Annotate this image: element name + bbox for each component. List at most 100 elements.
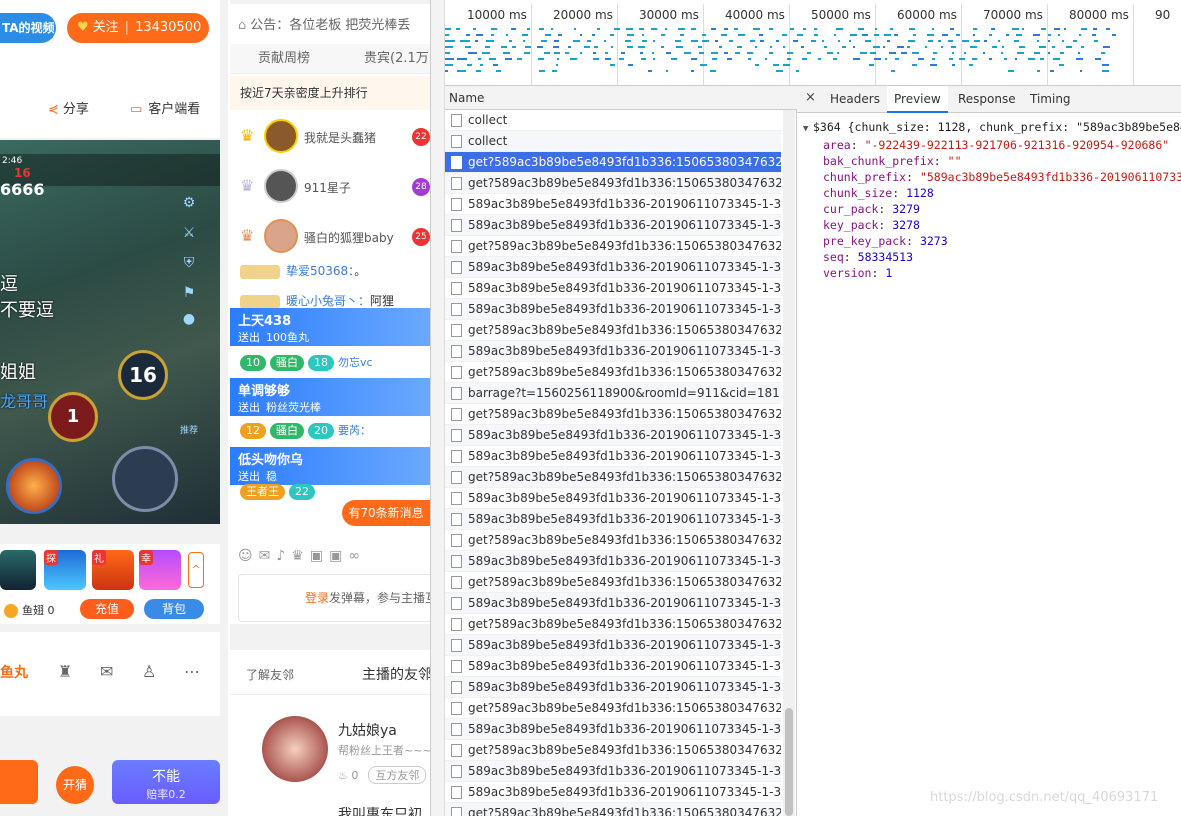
gift-banner-user[interactable]: 上天438 (238, 308, 430, 329)
chat-user[interactable]: 挚爱50368： (286, 264, 354, 278)
friend-tag[interactable]: 互方友邻 (368, 766, 427, 784)
user-icon[interactable]: ♙ (142, 662, 156, 681)
request-row[interactable]: 589ac3b89be5e8493fd1b336-20190611073345-… (445, 257, 781, 278)
preview-field[interactable]: area: "-922439-922113-921706-921316-9209… (803, 137, 1181, 153)
request-row[interactable]: 589ac3b89be5e8493fd1b336-20190611073345-… (445, 488, 781, 509)
request-row[interactable]: 589ac3b89be5e8493fd1b336-20190611073345-… (445, 425, 781, 446)
crown-icon[interactable]: ♛ (291, 548, 304, 564)
gift-item-gift[interactable]: 礼 (92, 550, 134, 590)
request-row[interactable]: 589ac3b89be5e8493fd1b336-20190611073345-… (445, 635, 781, 656)
preview-field[interactable]: seq: 58334513 (803, 249, 1181, 265)
tab-headers[interactable]: Headers (830, 86, 880, 113)
request-row[interactable]: 589ac3b89be5e8493fd1b336-20190611073345-… (445, 761, 781, 782)
panel-splitter[interactable] (431, 0, 445, 816)
bag-button[interactable]: 背包 (144, 599, 204, 619)
emoji-icon[interactable]: ☺ (238, 548, 253, 564)
friend-name[interactable]: 九姑娘ya (338, 720, 397, 740)
request-row[interactable]: 589ac3b89be5e8493fd1b336-20190611073345-… (445, 341, 781, 362)
friend-title[interactable]: 了解友邻 (246, 666, 294, 683)
chat-user[interactable]: 勿忘vc (338, 356, 373, 369)
request-row[interactable]: 589ac3b89be5e8493fd1b336-20190611073345-… (445, 446, 781, 467)
more-icon[interactable]: ⋯ (184, 662, 200, 681)
chevron-up-icon[interactable]: ^ (188, 552, 204, 588)
new-messages-button[interactable]: 有70条新消息 (342, 500, 430, 526)
chat-user[interactable]: 要芮： (338, 424, 371, 437)
request-row[interactable]: get?589ac3b89be5e8493fd1b336:15065380347… (445, 467, 781, 488)
request-row[interactable]: collect (445, 131, 781, 152)
recharge-button[interactable]: 充值 (80, 599, 134, 619)
request-row[interactable]: 589ac3b89be5e8493fd1b336-20190611073345-… (445, 719, 781, 740)
gift-item-1[interactable] (0, 550, 36, 590)
gift-item-luck[interactable]: 幸 (139, 550, 181, 590)
guess-button[interactable]: 开猜 (56, 766, 94, 804)
mail-icon[interactable]: ✉ (259, 548, 271, 564)
request-row[interactable]: get?589ac3b89be5e8493fd1b336:15065380347… (445, 803, 781, 816)
ta-video-button[interactable]: TA的视频 (0, 13, 56, 43)
cant-bet-button[interactable]: 不能 赔率0.2 (112, 760, 220, 804)
request-row[interactable]: 589ac3b89be5e8493fd1b336-20190611073345-… (445, 215, 781, 236)
request-row[interactable]: collect (445, 110, 781, 131)
avatar[interactable] (262, 716, 328, 782)
tab-preview[interactable]: Preview (887, 86, 948, 113)
request-row[interactable]: 589ac3b89be5e8493fd1b336-20190611073345-… (445, 656, 781, 677)
live-video[interactable]: 2:46 16 6666 逗 不要逗 姐姐 龙哥哥 16 1 ⚙ ⚔ ⛨ ⚑ ●… (0, 140, 220, 524)
chat-user[interactable]: 暖心小兔哥丶： (286, 294, 370, 308)
link-icon[interactable]: ∞ (348, 548, 360, 564)
request-row[interactable]: get?589ac3b89be5e8493fd1b336:15065380347… (445, 320, 781, 341)
preview-field[interactable]: bak_chunk_prefix: "" (803, 153, 1181, 169)
request-row[interactable]: 589ac3b89be5e8493fd1b336-20190611073345-… (445, 278, 781, 299)
trophy-icon[interactable]: ♜ (58, 662, 72, 681)
close-icon[interactable]: × (805, 90, 816, 105)
preview-field[interactable]: chunk_size: 1128 (803, 185, 1181, 201)
mail-icon[interactable]: ✉ (100, 662, 113, 681)
request-row[interactable]: 589ac3b89be5e8493fd1b336-20190611073345-… (445, 677, 781, 698)
expand-triangle-icon[interactable]: ▼ (803, 121, 813, 137)
friend-name[interactable]: 我叫惠东只初 (338, 804, 422, 816)
rank-row[interactable]: ♛ 我就是头蠢猪 22 (230, 112, 430, 162)
preview-field[interactable]: version: 1 (803, 265, 1181, 281)
request-row[interactable]: get?589ac3b89be5e8493fd1b336:15065380347… (445, 740, 781, 761)
client-watch-button[interactable]: ▭ 客户端看 (130, 98, 200, 117)
request-row[interactable]: get?589ac3b89be5e8493fd1b336:15065380347… (445, 698, 781, 719)
gift-item-explore[interactable]: 探 (44, 550, 86, 590)
rank-row[interactable]: ♛ 911星子 28 (230, 162, 430, 212)
gift-banner-user[interactable]: 单调够够 (238, 378, 430, 399)
network-overview[interactable]: 10000 ms 20000 ms 30000 ms 40000 ms 50000 ms… (445, 0, 1181, 86)
request-row[interactable]: 589ac3b89be5e8493fd1b336-20190611073345-… (445, 509, 781, 530)
fishball-label[interactable]: 鱼丸 (0, 662, 28, 682)
rank-row[interactable]: ♛ 骚白的狐狸baby 25 (230, 212, 430, 262)
scrollbar[interactable] (783, 110, 795, 816)
fan-icon[interactable]: ▣ (310, 548, 323, 564)
danmaku-input[interactable]: 登录发弹幕，参与主播互动 (238, 574, 430, 622)
preview-field[interactable]: pre_key_pack: 3273 (803, 233, 1181, 249)
gift-banner-user[interactable]: 低头吻你乌 (238, 447, 430, 468)
name-column-header[interactable]: Name (445, 86, 797, 110)
request-row[interactable]: get?589ac3b89be5e8493fd1b336:15065380347… (445, 404, 781, 425)
guess-side-button[interactable] (0, 760, 38, 804)
tab-weekly-contribution[interactable]: 贡献周榜 (258, 44, 310, 74)
request-row[interactable]: get?589ac3b89be5e8493fd1b336:15065380347… (445, 614, 781, 635)
preview-root[interactable]: ▼ $364 {chunk_size: 1128, chunk_prefix: "… (803, 119, 1181, 137)
request-row[interactable]: get?589ac3b89be5e8493fd1b336:15065380347… (445, 152, 781, 173)
request-row[interactable]: barrage?t=1560256118900&roomId=911&cid=1… (445, 383, 781, 404)
request-row[interactable]: get?589ac3b89be5e8493fd1b336:15065380347… (445, 236, 781, 257)
follow-button[interactable]: ♥ 关注 | 13430500 (67, 13, 209, 43)
request-row[interactable]: 589ac3b89be5e8493fd1b336-20190611073345-… (445, 593, 781, 614)
request-row[interactable]: get?589ac3b89be5e8493fd1b336:15065380347… (445, 362, 781, 383)
login-link[interactable]: 登录 (305, 591, 329, 605)
preview-field[interactable]: chunk_prefix: "589ac3b89be5e8493fd1b336-… (803, 169, 1181, 185)
horn-icon[interactable]: ♪ (276, 548, 285, 564)
tab-vip[interactable]: 贵宾(2.1万 (364, 44, 429, 74)
request-row[interactable]: 589ac3b89be5e8493fd1b336-20190611073345-… (445, 782, 781, 803)
tab-response[interactable]: Response (958, 86, 1016, 113)
share-button[interactable]: ⋞ 分享 (48, 98, 89, 117)
scroll-thumb[interactable] (785, 708, 793, 816)
request-row[interactable]: get?589ac3b89be5e8493fd1b336:15065380347… (445, 173, 781, 194)
preview-field[interactable]: cur_pack: 3279 (803, 201, 1181, 217)
request-row[interactable]: get?589ac3b89be5e8493fd1b336:15065380347… (445, 530, 781, 551)
preview-field[interactable]: key_pack: 3278 (803, 217, 1181, 233)
request-row[interactable]: 589ac3b89be5e8493fd1b336-20190611073345-… (445, 194, 781, 215)
request-row[interactable]: get?589ac3b89be5e8493fd1b336:15065380347… (445, 572, 781, 593)
noble-icon[interactable]: ▣ (329, 548, 342, 564)
tab-timing[interactable]: Timing (1030, 86, 1071, 113)
